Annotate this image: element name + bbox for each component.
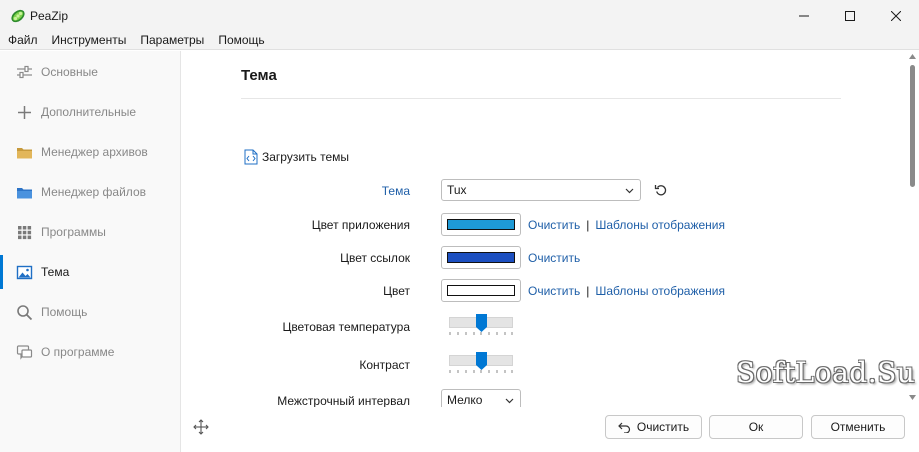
cancel-button[interactable]: Отменить bbox=[811, 415, 905, 439]
sidebar-item-label: О программе bbox=[41, 345, 115, 359]
maximize-button[interactable] bbox=[827, 0, 873, 32]
watermark: SoftLoad.Su bbox=[736, 356, 916, 389]
sidebar-item-programs[interactable]: Программы bbox=[0, 215, 181, 249]
sidebar-item-label: Программы bbox=[41, 225, 106, 239]
close-button[interactable] bbox=[873, 0, 919, 32]
theme-select-value: Tux bbox=[447, 183, 467, 197]
sidebar-item-label: Основные bbox=[41, 65, 98, 79]
contrast-slider[interactable] bbox=[449, 352, 513, 374]
theme-label[interactable]: Тема bbox=[382, 184, 410, 198]
app-color-templates-link[interactable]: Шаблоны отображения bbox=[595, 218, 725, 232]
scroll-down-icon[interactable] bbox=[909, 395, 916, 400]
sidebar-item-archive-manager[interactable]: Менеджер архивов bbox=[0, 135, 181, 169]
contrast-label: Контраст bbox=[359, 358, 410, 372]
sidebar-item-label: Тема bbox=[41, 265, 70, 279]
color-temperature-label: Цветовая температура bbox=[282, 320, 410, 334]
title-bar: PeaZip bbox=[0, 0, 919, 32]
sidebar-item-label: Помощь bbox=[41, 305, 88, 319]
chat-icon bbox=[16, 345, 33, 360]
slider-ticks bbox=[449, 332, 513, 335]
sliders-icon bbox=[17, 65, 32, 79]
clear-button-label: Очистить bbox=[636, 420, 690, 434]
maximize-icon bbox=[845, 11, 855, 21]
line-spacing-select[interactable]: Мелко bbox=[441, 389, 521, 407]
vertical-scrollbar[interactable] bbox=[906, 51, 919, 407]
title-divider bbox=[241, 98, 841, 99]
scroll-up-icon[interactable] bbox=[909, 54, 916, 59]
link-color-links: Очистить bbox=[528, 251, 580, 265]
menu-tools[interactable]: Инструменты bbox=[45, 32, 134, 49]
active-indicator bbox=[0, 255, 3, 289]
color-temperature-slider[interactable] bbox=[449, 314, 513, 336]
reset-theme-icon[interactable] bbox=[654, 183, 668, 197]
menu-help[interactable]: Помощь bbox=[211, 32, 271, 49]
color-clear-link[interactable]: Очистить bbox=[528, 284, 580, 298]
menu-options[interactable]: Параметры bbox=[133, 32, 211, 49]
minimize-button[interactable] bbox=[781, 0, 827, 32]
sidebar: Основные Дополнительные Менеджер архивов… bbox=[0, 51, 181, 452]
search-icon bbox=[17, 305, 33, 321]
app-color-swatch bbox=[447, 219, 515, 230]
undo-icon bbox=[618, 422, 630, 433]
clear-button[interactable]: Очистить bbox=[605, 415, 702, 439]
image-icon bbox=[16, 265, 33, 280]
ok-button[interactable]: Ок bbox=[709, 415, 803, 439]
sidebar-item-general[interactable]: Основные bbox=[0, 55, 181, 89]
theme-file-icon bbox=[244, 149, 258, 165]
color-links: Очистить | Шаблоны отображения bbox=[528, 284, 725, 298]
link-color-picker[interactable] bbox=[441, 246, 521, 269]
color-templates-link[interactable]: Шаблоны отображения bbox=[595, 284, 725, 298]
minimize-icon bbox=[799, 15, 809, 17]
cancel-button-label: Отменить bbox=[830, 420, 886, 434]
line-spacing-value: Мелко bbox=[447, 393, 483, 407]
ok-button-label: Ок bbox=[748, 420, 764, 434]
color-picker[interactable] bbox=[441, 279, 521, 302]
app-color-label: Цвет приложения bbox=[311, 218, 410, 232]
sidebar-item-advanced[interactable]: Дополнительные bbox=[0, 95, 181, 129]
chevron-down-icon bbox=[505, 398, 514, 404]
load-themes-button[interactable]: Загрузить темы bbox=[244, 149, 349, 165]
sidebar-item-label: Дополнительные bbox=[41, 105, 136, 119]
chevron-down-icon bbox=[625, 188, 634, 194]
link-color-clear-link[interactable]: Очистить bbox=[528, 251, 580, 265]
page-title: Тема bbox=[241, 67, 277, 84]
sidebar-item-about[interactable]: О программе bbox=[0, 335, 181, 369]
slider-thumb[interactable] bbox=[475, 352, 487, 370]
slider-thumb[interactable] bbox=[475, 314, 487, 332]
dialog-footer bbox=[182, 407, 919, 452]
move-icon[interactable] bbox=[193, 419, 209, 435]
app-color-picker[interactable] bbox=[441, 213, 521, 236]
load-themes-label: Загрузить темы bbox=[262, 150, 350, 164]
plus-icon bbox=[18, 106, 31, 119]
link-color-swatch bbox=[447, 252, 515, 263]
sidebar-item-label: Менеджер файлов bbox=[41, 185, 146, 199]
color-label: Цвет bbox=[383, 284, 410, 298]
sidebar-item-theme[interactable]: Тема bbox=[0, 255, 181, 289]
folder-icon bbox=[17, 188, 32, 199]
menu-bar: Файл Инструменты Параметры Помощь bbox=[0, 32, 919, 50]
sidebar-item-file-manager[interactable]: Менеджер файлов bbox=[0, 175, 181, 209]
archive-folder-icon bbox=[17, 148, 32, 159]
theme-select[interactable]: Tux bbox=[441, 179, 641, 201]
window-title: PeaZip bbox=[30, 9, 69, 23]
link-color-label: Цвет ссылок bbox=[340, 251, 410, 265]
menu-file[interactable]: Файл bbox=[0, 32, 45, 49]
peazip-logo-icon bbox=[11, 9, 25, 23]
link-separator: | bbox=[586, 218, 590, 232]
scrollbar-thumb[interactable] bbox=[910, 65, 915, 187]
close-icon bbox=[891, 11, 901, 21]
settings-panel: Тема Загрузить темы Тема Tux Цвет прилож… bbox=[182, 51, 905, 407]
line-spacing-label: Межстрочный интервал bbox=[277, 394, 410, 407]
slider-ticks bbox=[449, 370, 513, 373]
app-color-clear-link[interactable]: Очистить bbox=[528, 218, 580, 232]
app-color-links: Очистить | Шаблоны отображения bbox=[528, 218, 725, 232]
color-swatch bbox=[447, 285, 515, 296]
sidebar-item-label: Менеджер архивов bbox=[41, 145, 148, 159]
sidebar-item-help[interactable]: Помощь bbox=[0, 295, 181, 329]
apps-grid-icon bbox=[18, 226, 32, 240]
link-separator: | bbox=[586, 284, 590, 298]
